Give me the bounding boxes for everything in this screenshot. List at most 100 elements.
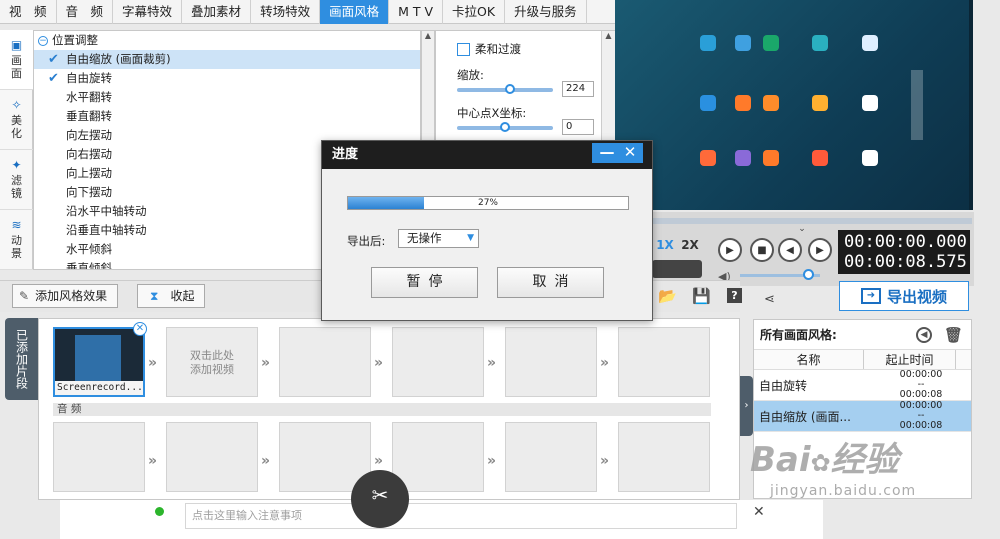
folder-open-icon[interactable]: 📂	[658, 287, 677, 305]
chevron-down-icon[interactable]: ⌄	[790, 224, 814, 234]
tree-item-label: 向右摆动	[66, 147, 112, 161]
empty-clip-slot[interactable]	[279, 327, 371, 397]
clip-preview-image	[75, 335, 121, 383]
prev-frame-icon[interactable]: ◀	[778, 238, 802, 262]
app-icon	[763, 35, 779, 51]
style-row[interactable]: 自由缩放 (画面... 00:00:00 -- 00:00:08	[754, 401, 971, 432]
collapse-minus-icon[interactable]: −	[38, 35, 48, 46]
clip-name: Screenrecord...	[55, 381, 143, 395]
speed-2x-button[interactable]: 2X	[678, 235, 702, 255]
audio-slot[interactable]	[392, 422, 484, 492]
video-preview	[615, 0, 973, 210]
collapse-button[interactable]: ⧗ 收起	[137, 284, 206, 308]
soft-transition-row[interactable]: 柔和过渡	[457, 41, 521, 57]
zoom-label: 缩放:	[457, 68, 484, 82]
vtab-1[interactable]: ✧ 美 化	[0, 90, 33, 150]
app-icon	[735, 35, 751, 51]
zoom-slider-knob[interactable]	[504, 84, 515, 94]
tab-6[interactable]: M T V	[389, 0, 444, 24]
export-video-button[interactable]: ➜ 导出视频	[839, 281, 969, 311]
vtab-0[interactable]: ▣ 画 面	[0, 30, 33, 90]
clip-thumbnail[interactable]: Screenrecord...	[53, 327, 145, 397]
tab-2[interactable]: 字幕特效	[113, 0, 183, 24]
audio-slot[interactable]	[53, 422, 145, 492]
arrow-icon: »	[261, 355, 271, 371]
tree-item[interactable]: 水平翻转	[34, 88, 420, 107]
scissors-icon[interactable]: ✂	[351, 470, 409, 528]
center-x-value-field[interactable]: 0	[562, 119, 594, 135]
close-icon[interactable]: ✕	[617, 143, 643, 163]
col-name: 名称	[754, 350, 864, 369]
tab-5[interactable]: 画面风格	[320, 0, 390, 24]
cancel-button[interactable]: 取消	[497, 267, 604, 298]
added-clips-tab[interactable]: 已添加片段	[5, 318, 38, 400]
watermark-url: jingyan.baidu.com	[770, 483, 917, 499]
empty-clip-slot[interactable]	[505, 327, 597, 397]
stop-icon[interactable]: ■	[750, 238, 774, 262]
add-style-effect-button[interactable]: ✎ 添加风格效果	[12, 284, 119, 308]
tree-item-label: 自由缩放 (画面裁剪)	[66, 52, 171, 66]
volume-slider-knob[interactable]	[803, 269, 814, 280]
center-x-slider-knob[interactable]	[500, 122, 510, 132]
add-video-slot[interactable]: 双击此处 添加视频	[166, 327, 258, 397]
app-icon	[812, 150, 828, 166]
back-icon[interactable]: ◀	[916, 327, 932, 343]
audio-slot[interactable]	[505, 422, 597, 492]
app-icon	[735, 150, 751, 166]
empty-clip-slot[interactable]	[392, 327, 484, 397]
app-icon	[735, 95, 751, 111]
zoom-value-field[interactable]: 224	[562, 81, 594, 97]
arrow-icon: »	[148, 355, 158, 371]
paw-icon: ✿	[810, 449, 831, 477]
empty-clip-slot[interactable]	[618, 327, 710, 397]
app-icon	[700, 150, 716, 166]
tab-0[interactable]: 视 频	[0, 0, 57, 24]
tab-7[interactable]: 卡拉OK	[443, 0, 506, 24]
styles-list-header: 所有画面风格: ◀ 🗑	[754, 320, 971, 350]
styles-list-columns: 名称 起止时间	[754, 350, 971, 370]
vtab-3[interactable]: ≋ 动 景	[0, 210, 33, 270]
audio-slot[interactable]	[166, 422, 258, 492]
tree-item-label: 向上摆动	[66, 166, 112, 180]
style-time: 00:00:00 -- 00:00:08	[876, 401, 966, 431]
tab-4[interactable]: 转场特效	[251, 0, 321, 24]
arrow-icon: »	[148, 453, 158, 469]
tab-3[interactable]: 叠加素材	[182, 0, 252, 24]
next-frame-icon[interactable]: ▶	[808, 238, 832, 262]
tab-8[interactable]: 升级与服务	[505, 0, 587, 24]
remove-clip-icon[interactable]: ✕	[133, 322, 147, 336]
after-export-select[interactable]: 无操作 ▼	[398, 229, 479, 248]
tree-item[interactable]: ✔ 自由缩放 (画面裁剪)	[34, 50, 420, 69]
speed-1x-button[interactable]: 1X	[653, 235, 677, 255]
tree-root[interactable]: − 位置调整	[34, 31, 420, 50]
expand-panel-icon[interactable]: ›	[740, 376, 753, 436]
trash-icon[interactable]: 🗑	[944, 320, 963, 350]
save-icon[interactable]: 💾	[692, 287, 711, 305]
app-icon	[862, 150, 878, 166]
style-name: 自由缩放 (画面...	[759, 409, 851, 424]
pause-button[interactable]: 暂停	[371, 267, 478, 298]
tab-1[interactable]: 音 频	[57, 0, 114, 24]
style-row[interactable]: 自由旋转 00:00:00 -- 00:00:08	[754, 370, 971, 401]
filter-icon: ✦	[11, 158, 22, 172]
scroll-up-icon[interactable]: ▲	[422, 31, 434, 40]
progress-dialog: 进度 — ✕ 27% 导出后: 无操作 ▼ 暂停 取消	[321, 140, 653, 321]
tree-item-label: 水平倾斜	[66, 242, 112, 256]
soft-transition-checkbox[interactable]	[457, 42, 470, 56]
style-time-part: 00:00:08	[899, 420, 943, 431]
scroll-up-icon[interactable]: ▲	[602, 31, 615, 40]
vtab-2[interactable]: ✦ 滤 镜	[0, 150, 33, 210]
tree-item[interactable]: 垂直翻转	[34, 107, 420, 126]
share-icon[interactable]: ⋖	[764, 292, 775, 307]
styles-list-title: 所有画面风格:	[760, 328, 837, 342]
export-icon: ➜	[860, 288, 881, 304]
watermark-brand: Bai✿经验	[750, 440, 899, 480]
play-icon[interactable]: ▶	[718, 238, 742, 262]
note-input[interactable]: 点击这里输入注意事项	[185, 503, 737, 529]
props-scrollbar[interactable]: ▲	[601, 31, 615, 149]
speed-toggle-switch[interactable]	[652, 260, 702, 278]
help-icon[interactable]: ?	[727, 288, 742, 303]
audio-slot[interactable]	[618, 422, 710, 492]
tree-item[interactable]: ✔ 自由旋转	[34, 69, 420, 88]
app-icon	[700, 35, 716, 51]
